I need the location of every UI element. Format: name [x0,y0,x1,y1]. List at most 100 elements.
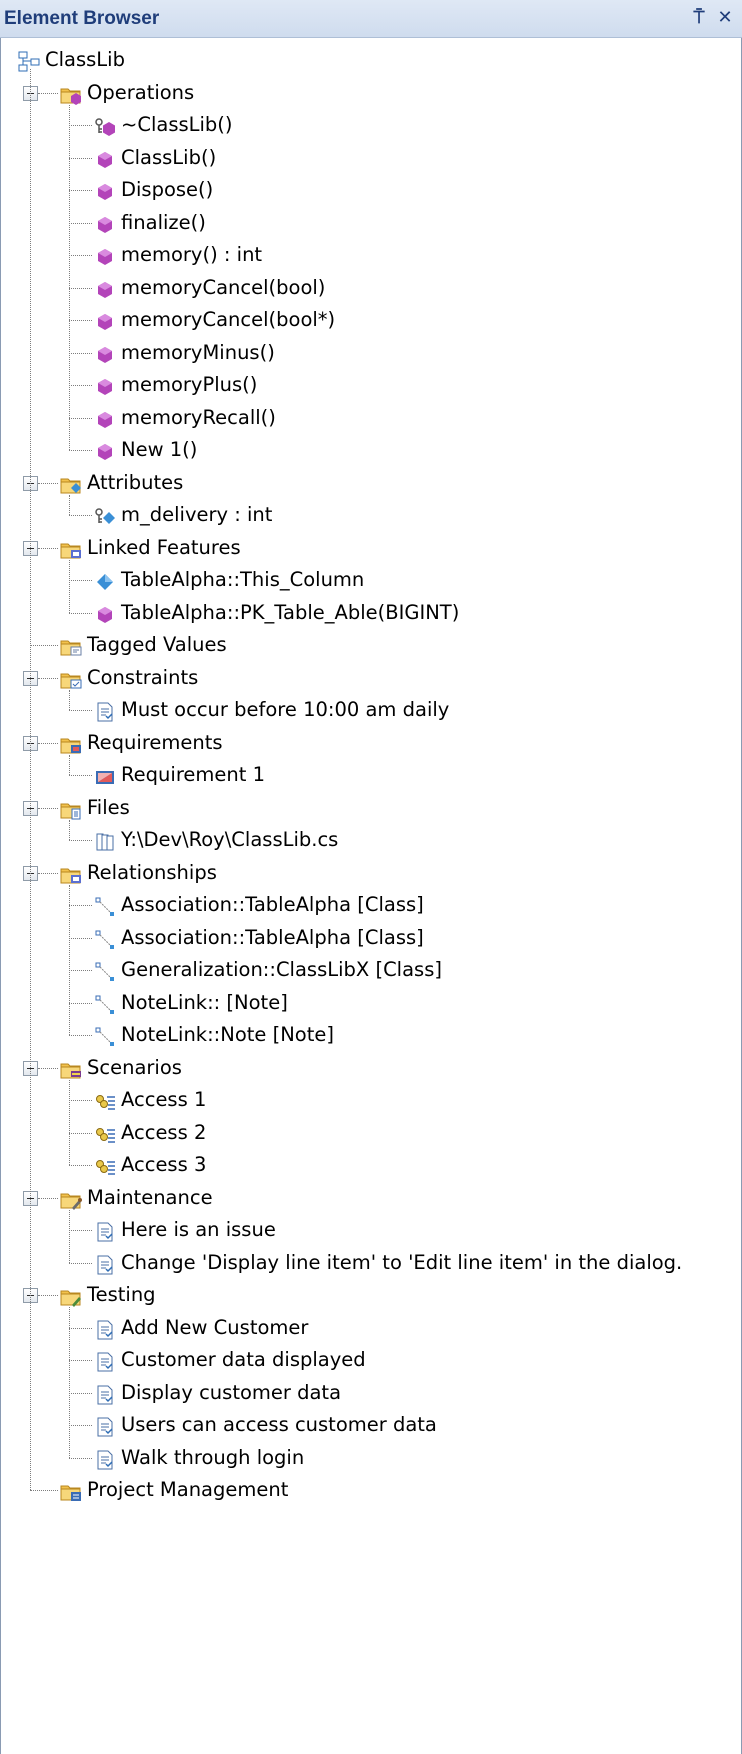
tree-node-folder[interactable]: Maintenance [0,1180,742,1216]
tree-node-item[interactable]: Access 3 [0,1147,742,1183]
tree-node-label: memoryCancel(bool) [121,275,326,299]
tree-node-item[interactable]: Here is an issue [0,1212,742,1248]
tree-connector [69,1360,92,1361]
tree-connector [69,1002,92,1004]
tree-node-label: Linked Features [87,535,241,559]
operation-icon [94,277,116,299]
tree-node-label: Access 1 [121,1088,207,1111]
operation-icon [94,602,116,624]
tree-node-item[interactable]: Must occur before 10:00 am daily [0,692,742,728]
tree-node-item[interactable]: Generalization::ClassLibX [Class] [0,952,742,988]
tree-node-folder[interactable]: Scenarios [0,1050,742,1086]
tree-node-item[interactable]: Y:\Dev\Roy\ClassLib.cs [0,822,742,858]
tree-node-item[interactable]: Change 'Display line item' to 'Edit line… [0,1245,742,1281]
tree-node-folder[interactable]: Relationships [0,855,742,891]
tree-node-item[interactable]: Association::TableAlpha [Class] [0,920,742,956]
tree-node-item[interactable]: Access 1 [0,1082,742,1118]
tree-guide-line [69,1209,70,1263]
tree-node-label: Association::TableAlpha [Class] [121,893,424,916]
tree-connector [69,287,92,289]
tree-node-label: Project Management [87,1478,289,1501]
tree-node-label: Testing [87,1283,156,1306]
tree-node-label: Display customer data [121,1380,342,1404]
tree-connector [69,775,92,776]
tree-node-label: m_delivery : int [121,503,273,526]
pin-icon[interactable]: ⍑ [688,6,710,30]
relationship-icon [94,894,116,916]
tree-node-label: Attributes [87,470,184,494]
tree-node-item[interactable]: finalize() [0,205,742,241]
tree-node-item[interactable]: NoteLink::Note [Note] [0,1017,742,1053]
tree-connector [69,1327,92,1329]
tree-node-item[interactable]: New 1() [0,432,742,468]
tree-node-item[interactable]: Customer data displayed [0,1342,742,1378]
operation-icon [94,244,116,266]
tree-node-item[interactable]: NoteLink:: [Note] [0,985,742,1021]
tree-node-item[interactable]: Association::TableAlpha [Class] [0,887,742,923]
document-icon [94,1349,116,1372]
tree-node-label: Customer data displayed [121,1348,366,1371]
tree-node-label: New 1() [121,438,198,461]
tree-node-item[interactable]: memory() : int [0,237,742,273]
tree-node-folder[interactable]: Files [0,790,742,826]
relationship-icon [94,992,116,1014]
tree-node-label: Here is an issue [121,1218,276,1241]
tree-connector [69,612,92,614]
tree-node-item[interactable]: ClassLib() [0,140,742,176]
tree-node-item[interactable]: Dispose() [0,172,742,208]
tree-node-item[interactable]: TableAlpha::This_Column [0,562,742,598]
tree-node-item[interactable]: memoryPlus() [0,367,742,403]
tree-node-item[interactable]: memoryCancel(bool) [0,270,742,306]
element-tree[interactable]: ClassLib Operations ~ClassLib() ClassLib… [0,38,742,1754]
operation-icon [94,309,116,331]
tree-guide-line [69,559,70,613]
tree-node-folder[interactable]: Project Management [0,1472,742,1508]
protected-operation-icon [94,114,116,136]
tree-node-item[interactable]: memoryCancel(bool*) [0,302,742,338]
operation-icon [94,374,116,396]
tree-node-folder[interactable]: Testing [0,1277,742,1313]
tree-node-label: ClassLib [45,48,125,71]
tree-guide-line [69,754,70,775]
tree-node-item[interactable]: Users can access customer data [0,1407,742,1443]
document-icon [94,1252,116,1274]
operation-icon [94,179,116,201]
tree-node-label: Operations [87,80,195,104]
tree-connector [69,352,92,354]
tree-node-item[interactable]: Requirement 1 [0,757,742,793]
tree-connector [69,937,92,939]
tree-node-item[interactable]: Walk through login [0,1440,742,1476]
tree-node-item[interactable]: memoryMinus() [0,335,742,371]
tree-node-folder[interactable]: Attributes [0,465,742,501]
tree-node-label: memoryCancel(bool*) [121,308,336,331]
tree-connector [38,482,58,484]
tree-node-folder[interactable]: Tagged Values [0,627,742,663]
file-icon [94,829,116,851]
tree-connector [38,742,58,744]
tree-node-folder[interactable]: Requirements [0,725,742,761]
tree-node-item[interactable]: memoryRecall() [0,400,742,436]
tree-connector [69,905,92,906]
tree-node-item[interactable]: m_delivery : int [0,497,742,533]
tree-node-folder[interactable]: Operations [0,75,742,111]
tree-node-item[interactable]: TableAlpha::PK_Table_Able(BIGINT) [0,595,742,631]
operation-icon [94,212,116,234]
tree-node-root[interactable]: ClassLib [0,42,742,78]
tree-node-item[interactable]: Display customer data [0,1375,742,1411]
tree-node-item[interactable]: Access 2 [0,1115,742,1151]
tree-node-label: memoryMinus() [121,340,275,364]
document-icon [94,699,116,722]
tree-node-label: Files [87,795,130,819]
relationships-folder-icon [60,862,82,884]
tree-connector [38,677,58,679]
tree-node-folder[interactable]: Constraints [0,660,742,696]
tree-node-folder[interactable]: Linked Features [0,530,742,566]
tree-guide-line [69,494,70,515]
tree-node-label: ClassLib() [121,145,217,169]
close-icon[interactable]: ✕ [714,6,736,30]
tree-connector [69,450,92,451]
tree-node-item[interactable]: ~ClassLib() [0,107,742,143]
tree-node-label: memory() : int [121,243,263,266]
tree-node-label: Users can access customer data [121,1413,437,1436]
tree-node-item[interactable]: Add New Customer [0,1310,742,1346]
